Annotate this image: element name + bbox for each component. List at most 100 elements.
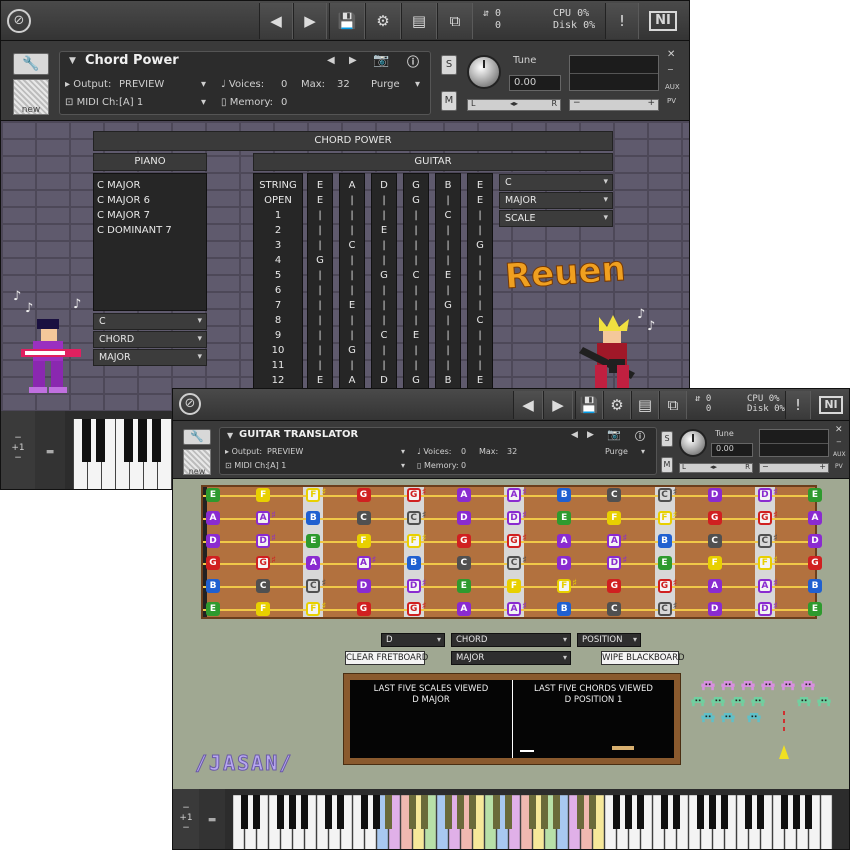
fret-note[interactable]: E bbox=[657, 556, 672, 571]
fret-note[interactable]: B bbox=[406, 556, 421, 571]
black-key[interactable] bbox=[325, 795, 332, 829]
fret-note[interactable]: C bbox=[507, 556, 521, 571]
fret-note[interactable]: E bbox=[808, 602, 822, 616]
midi-dropdown-icon[interactable]: ▾ bbox=[201, 97, 206, 108]
fret-note[interactable]: G bbox=[206, 556, 220, 571]
next-arrow-icon[interactable]: ▶ bbox=[543, 391, 573, 419]
fret-note[interactable]: G bbox=[607, 579, 622, 594]
rack-view-icon[interactable]: ▤ bbox=[401, 3, 437, 39]
gear-icon[interactable]: ⚙ bbox=[365, 3, 401, 39]
guitar-quality-dropdown[interactable]: MAJOR bbox=[499, 192, 613, 209]
collapse-arrow-icon[interactable]: ▼ bbox=[69, 56, 76, 66]
kontakt-logo-icon[interactable]: ⊘ bbox=[179, 393, 201, 415]
fret-note[interactable]: D bbox=[808, 533, 822, 548]
midi-value[interactable]: [A] 1 bbox=[267, 461, 286, 470]
black-key[interactable] bbox=[505, 795, 512, 829]
black-key[interactable] bbox=[781, 795, 788, 829]
piano-type-dropdown[interactable]: CHORD bbox=[93, 331, 207, 348]
pan-slider[interactable]: L ◂▸ R bbox=[679, 463, 753, 473]
purge-dropdown-icon[interactable]: ▾ bbox=[641, 447, 645, 456]
black-key[interactable] bbox=[253, 795, 260, 829]
black-key[interactable] bbox=[361, 795, 368, 829]
output-dropdown-icon[interactable]: ▾ bbox=[201, 79, 206, 90]
fret-note[interactable]: F bbox=[256, 602, 271, 616]
black-key[interactable] bbox=[625, 795, 632, 829]
collapse-arrow-icon[interactable]: ▼ bbox=[227, 431, 233, 440]
fret-note[interactable]: D bbox=[607, 556, 622, 571]
volume-slider[interactable]: − + bbox=[759, 462, 829, 473]
scales-item[interactable]: D MAJOR bbox=[350, 695, 512, 705]
fret-note[interactable]: G bbox=[356, 602, 371, 616]
fret-note[interactable]: A bbox=[456, 488, 471, 502]
alert-icon[interactable]: ! bbox=[605, 3, 639, 39]
fret-note[interactable]: D bbox=[757, 602, 772, 616]
purge-dropdown-icon[interactable]: ▾ bbox=[415, 79, 420, 90]
pan-slider[interactable]: L ◂▸ R bbox=[467, 99, 561, 111]
fret-note[interactable]: A bbox=[306, 556, 321, 571]
fret-note[interactable]: C bbox=[607, 488, 622, 502]
next-arrow-icon[interactable]: ▶ bbox=[293, 3, 327, 39]
piano-keyboard[interactable] bbox=[233, 795, 833, 850]
output-value[interactable]: PREVIEW bbox=[119, 79, 164, 90]
fret-note[interactable]: C bbox=[456, 556, 471, 571]
gear-icon[interactable]: ⚙ bbox=[603, 391, 631, 419]
list-item[interactable]: C DOMINANT 7 bbox=[94, 223, 206, 238]
tune-value-box[interactable]: 0.00 bbox=[711, 443, 753, 457]
midi-value[interactable]: [A] 1 bbox=[119, 97, 143, 108]
guitar-mode-dropdown[interactable]: SCALE bbox=[499, 210, 613, 227]
minimize-icon[interactable]: − bbox=[836, 438, 842, 446]
fret-note[interactable]: E bbox=[306, 533, 321, 548]
chord-type-dropdown[interactable]: MAJOR bbox=[451, 651, 571, 665]
alert-icon[interactable]: ! bbox=[785, 391, 811, 419]
fret-note[interactable]: F bbox=[707, 556, 722, 571]
black-key[interactable] bbox=[373, 795, 380, 829]
fret-note[interactable]: A bbox=[808, 510, 822, 525]
kontakt-logo-icon[interactable]: ⊘ bbox=[7, 9, 31, 33]
black-key[interactable] bbox=[445, 795, 452, 829]
fret-note[interactable]: B bbox=[306, 510, 321, 525]
close-icon[interactable]: ✕ bbox=[835, 425, 843, 435]
fret-note[interactable]: C bbox=[256, 579, 271, 594]
pv-label[interactable]: PV bbox=[835, 463, 843, 470]
prev-instrument-icon[interactable]: ◀ bbox=[327, 55, 335, 66]
fret-note[interactable]: A bbox=[456, 602, 471, 616]
fret-note[interactable]: A bbox=[757, 579, 772, 594]
black-key[interactable] bbox=[805, 795, 812, 829]
mute-button[interactable]: M bbox=[661, 457, 673, 473]
fret-note[interactable]: A bbox=[256, 510, 271, 525]
ni-logo-icon[interactable]: NI bbox=[819, 396, 843, 414]
info-icon[interactable]: ⓘ bbox=[407, 53, 419, 70]
list-item[interactable]: C MAJOR bbox=[94, 178, 206, 193]
fret-note[interactable]: G bbox=[657, 579, 672, 594]
clear-fretboard-button[interactable]: CLEAR FRETBOARD bbox=[345, 651, 428, 665]
octave-down-icon[interactable]: − bbox=[1, 453, 35, 463]
wrench-icon[interactable]: 🔧 bbox=[183, 429, 211, 445]
black-key[interactable] bbox=[385, 795, 392, 829]
fret-note[interactable]: A bbox=[507, 602, 521, 616]
tune-knob[interactable] bbox=[467, 55, 501, 89]
fret-note[interactable]: F bbox=[306, 602, 321, 616]
chord-dropdown[interactable]: CHORD bbox=[451, 633, 571, 647]
fret-note[interactable]: C bbox=[707, 533, 722, 548]
black-key[interactable] bbox=[577, 795, 584, 829]
fret-note[interactable]: E bbox=[808, 488, 822, 502]
fret-note[interactable]: D bbox=[507, 510, 521, 525]
black-key[interactable] bbox=[553, 795, 560, 829]
fret-note[interactable]: E bbox=[557, 510, 572, 525]
rack-view-icon[interactable]: ▤ bbox=[631, 391, 659, 419]
fret-note[interactable]: F bbox=[757, 556, 772, 571]
camera-icon[interactable]: 📷 bbox=[373, 53, 389, 68]
fret-note[interactable]: D bbox=[456, 510, 471, 525]
info-icon[interactable]: ⓘ bbox=[635, 428, 645, 443]
solo-button[interactable]: S bbox=[441, 55, 457, 75]
black-key[interactable] bbox=[637, 795, 644, 829]
camera-icon[interactable]: 📷 bbox=[607, 428, 621, 441]
fret-note[interactable]: E bbox=[206, 602, 220, 616]
fret-note[interactable]: C bbox=[356, 510, 371, 525]
white-key[interactable] bbox=[820, 795, 833, 850]
fret-note[interactable]: G bbox=[406, 488, 421, 502]
black-key[interactable] bbox=[709, 795, 716, 829]
piano-chord-list[interactable]: C MAJOR C MAJOR 6 C MAJOR 7 C DOMINANT 7 bbox=[93, 173, 207, 311]
prev-instrument-icon[interactable]: ◀ bbox=[571, 430, 578, 440]
wrench-icon[interactable]: 🔧 bbox=[13, 53, 49, 75]
